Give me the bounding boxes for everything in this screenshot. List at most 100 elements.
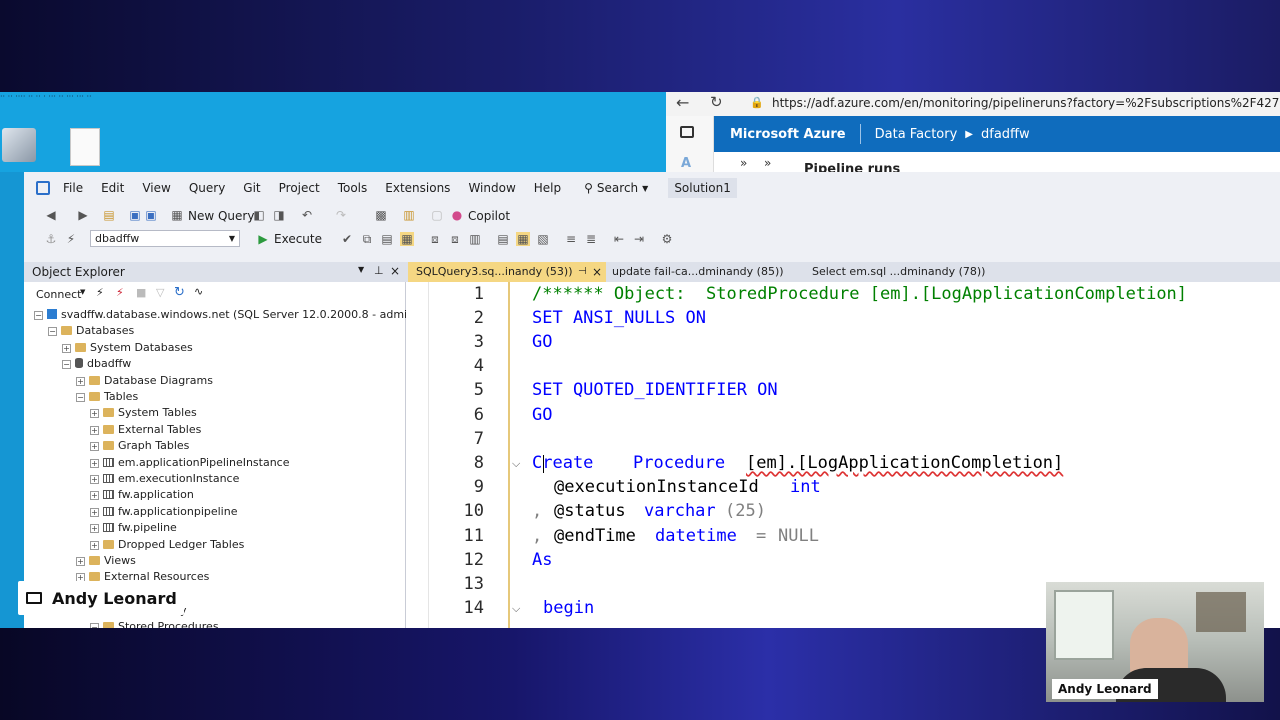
- tree-server[interactable]: − svadffw.database.windows.net (SQL Serve…: [34, 307, 446, 323]
- results-text-icon[interactable]: ▤: [496, 232, 510, 246]
- tree-views[interactable]: + Views: [76, 553, 136, 569]
- back-icon[interactable]: ←: [676, 93, 689, 112]
- tree-database-diagrams[interactable]: + Database Diagrams: [76, 373, 213, 389]
- document-icon[interactable]: [70, 128, 100, 166]
- database-select[interactable]: dbadffw ▼: [90, 230, 240, 247]
- code-param-2: @status: [554, 501, 626, 521]
- pin-icon[interactable]: ⊥: [374, 264, 384, 277]
- author-icon[interactable]: A: [681, 156, 691, 171]
- crumb-factory-name[interactable]: dfadffw: [981, 127, 1030, 142]
- menu-query[interactable]: Query: [180, 181, 234, 195]
- registered-servers-icon[interactable]: ▥: [402, 208, 416, 222]
- menu-help[interactable]: Help: [525, 181, 570, 195]
- tab-update-fail[interactable]: update fail-ca...dminandy (85)): [604, 262, 800, 282]
- line-number: 11: [463, 526, 484, 546]
- tree-db-dbadffw[interactable]: − dbadffw: [62, 356, 131, 372]
- pin-icon[interactable]: ⊣: [578, 262, 587, 282]
- db-query-icon[interactable]: ◧: [252, 208, 266, 222]
- tab-select-em[interactable]: Select em.sql ...dminandy (78)): [804, 262, 1004, 282]
- undo-icon[interactable]: ↶: [300, 208, 314, 222]
- connect-plug-icon[interactable]: ⚡: [96, 286, 104, 299]
- analysis-icon[interactable]: ◨: [272, 208, 286, 222]
- copilot-icon[interactable]: ●: [450, 208, 464, 222]
- tree-table-item[interactable]: + fw.pipeline: [90, 520, 177, 536]
- disconnect-icon[interactable]: ⚡: [116, 286, 124, 299]
- comment-icon[interactable]: ≡: [564, 232, 578, 246]
- display-plan-icon[interactable]: ⧉: [360, 232, 374, 246]
- tree-system-tables[interactable]: + System Tables: [90, 405, 197, 421]
- crumb-data-factory[interactable]: Data Factory: [875, 127, 958, 142]
- tree-stored-procedures[interactable]: − Stored Procedures: [90, 619, 219, 628]
- new-query-icon[interactable]: ▦: [170, 208, 184, 222]
- query-options-icon[interactable]: ▤: [380, 232, 394, 246]
- uncomment-icon[interactable]: ≣: [584, 232, 598, 246]
- change-connection-icon[interactable]: ⚡: [64, 232, 78, 246]
- activity-monitor-icon[interactable]: ▩: [374, 208, 388, 222]
- menu-window[interactable]: Window: [459, 181, 524, 195]
- tree-table-item[interactable]: + em.executionInstance: [90, 471, 239, 487]
- tree-table-item[interactable]: + fw.application: [90, 487, 194, 503]
- activity-icon[interactable]: ∿: [194, 285, 203, 298]
- copilot-button[interactable]: Copilot: [468, 209, 510, 223]
- tree-databases[interactable]: − Databases: [48, 323, 134, 339]
- open-folder-icon[interactable]: ▤: [102, 208, 116, 222]
- menu-file[interactable]: File: [54, 181, 92, 195]
- results-grid-icon[interactable]: ▦: [516, 232, 530, 246]
- connect-button[interactable]: Connect: [36, 288, 81, 301]
- code-procedure-keyword: Procedure: [633, 453, 726, 473]
- tree-table-item[interactable]: + fw.applicationpipeline: [90, 504, 237, 520]
- panel-icon[interactable]: [680, 126, 694, 138]
- url-field[interactable]: https://adf.azure.com/en/monitoring/pipe…: [772, 96, 1280, 110]
- intellisense-icon[interactable]: ▦: [400, 232, 414, 246]
- parse-check-icon[interactable]: ✔: [340, 232, 354, 246]
- execute-icon[interactable]: ▶: [256, 232, 270, 246]
- fold-chevron-icon[interactable]: ⌵: [512, 602, 520, 616]
- menu-extensions[interactable]: Extensions: [376, 181, 459, 195]
- tab-sqlquery3[interactable]: SQLQuery3.sq...inandy (53)) ⊣ ×: [408, 262, 606, 282]
- execute-button[interactable]: Execute: [274, 232, 322, 246]
- code-comma: ,: [532, 526, 543, 546]
- menu-project[interactable]: Project: [270, 181, 329, 195]
- expand-icon[interactable]: »: [740, 156, 747, 170]
- browser-address-bar: ← ↻ 🔒 https://adf.azure.com/en/monitorin…: [666, 92, 1280, 116]
- menu-edit[interactable]: Edit: [92, 181, 133, 195]
- refresh-icon[interactable]: ↻: [174, 285, 185, 300]
- fold-chevron-icon[interactable]: ⌵: [512, 457, 520, 471]
- save-icon[interactable]: ▣: [128, 208, 142, 222]
- menu-git[interactable]: Git: [234, 181, 269, 195]
- client-stats-icon[interactable]: ▥: [468, 232, 482, 246]
- results-file-icon[interactable]: ▧: [536, 232, 550, 246]
- menu-tools[interactable]: Tools: [329, 181, 377, 195]
- tree-external-tables[interactable]: + External Tables: [90, 422, 201, 438]
- close-icon[interactable]: ×: [390, 264, 400, 278]
- back-nav-icon[interactable]: ◀: [44, 208, 58, 222]
- forward-nav-icon[interactable]: ▶: [76, 208, 90, 222]
- tree-table-item[interactable]: + em.applicationPipelineInstance: [90, 455, 290, 471]
- expand-icon-2[interactable]: »: [764, 156, 771, 170]
- tree-tables[interactable]: − Tables: [76, 389, 138, 405]
- tree-graph-tables[interactable]: + Graph Tables: [90, 438, 189, 454]
- redo-icon[interactable]: ↷: [334, 208, 348, 222]
- refresh-icon[interactable]: ↻: [710, 93, 723, 111]
- specify-values-icon[interactable]: ⚙: [660, 232, 674, 246]
- new-query-button[interactable]: New Query: [188, 209, 254, 223]
- close-icon[interactable]: ×: [592, 262, 602, 282]
- live-stats-icon[interactable]: ⧈: [448, 232, 462, 246]
- tree-system-databases[interactable]: + System Databases: [62, 340, 193, 356]
- desktop-app-icon[interactable]: [2, 128, 36, 162]
- save-all-icon[interactable]: ▣: [144, 208, 158, 222]
- server-icon: [47, 309, 57, 319]
- search-box[interactable]: ⚲ Search ▼: [584, 181, 648, 195]
- filter-icon[interactable]: ▽: [156, 286, 164, 299]
- menu-view[interactable]: View: [133, 181, 179, 195]
- azure-brand[interactable]: Microsoft Azure: [730, 127, 846, 142]
- properties-icon[interactable]: ▢: [430, 208, 444, 222]
- change-tracking-bar: [508, 282, 510, 628]
- decrease-indent-icon[interactable]: ⇤: [612, 232, 626, 246]
- panel-menu-icon[interactable]: ▼: [358, 265, 364, 274]
- stop-icon[interactable]: ■: [136, 286, 146, 299]
- include-plan-icon[interactable]: ⧈: [428, 232, 442, 246]
- connect-icon[interactable]: ⚓: [44, 232, 58, 246]
- tree-dropped-ledger[interactable]: + Dropped Ledger Tables: [90, 537, 244, 553]
- increase-indent-icon[interactable]: ⇥: [632, 232, 646, 246]
